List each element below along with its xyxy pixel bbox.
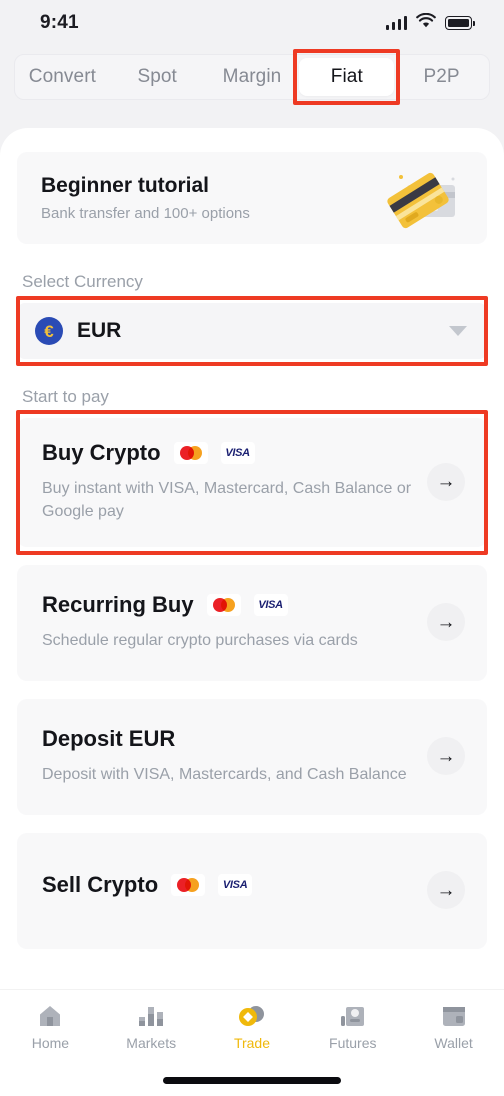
arrow-right-icon[interactable]: → <box>427 871 465 910</box>
mastercard-icon <box>206 594 241 617</box>
battery-icon <box>445 16 475 30</box>
tab-convert[interactable]: Convert <box>15 55 110 99</box>
home-indicator <box>163 1077 341 1084</box>
nav-item-trade[interactable]: Trade <box>202 1002 303 1051</box>
arrow-right-icon[interactable]: → <box>427 603 465 642</box>
tutorial-title: Beginner tutorial <box>41 174 210 197</box>
card-header: Recurring Buy VISA <box>42 592 415 618</box>
nav-item-futures[interactable]: Futures <box>302 1002 403 1051</box>
arrow-right-icon[interactable]: → <box>427 737 465 776</box>
visa-icon: VISA <box>218 873 253 896</box>
start-to-pay-label: Start to pay <box>22 387 109 406</box>
bottom-navigation: Home Markets Trade Futures Wallet <box>0 990 504 1096</box>
card-header: Deposit EUR <box>42 726 415 752</box>
nav-items: Home Markets Trade Futures Wallet <box>0 1002 504 1051</box>
signal-bars-icon <box>385 16 407 30</box>
recurring-buy-wrap: Recurring Buy VISA Schedule regular cryp… <box>17 565 487 682</box>
nav-label: Home <box>31 1035 70 1051</box>
beginner-tutorial-banner[interactable]: Beginner tutorial Bank transfer and 100+… <box>17 152 487 244</box>
card-description: Deposit with VISA, Mastercards, and Cash… <box>42 766 407 784</box>
card-header: Buy Crypto VISA <box>42 440 415 466</box>
arrow-right-icon[interactable]: → <box>427 462 465 501</box>
tab-p2p[interactable]: P2P <box>394 55 489 99</box>
card-header: Sell Crypto VISA <box>42 872 415 898</box>
credit-cards-illustration <box>377 163 465 233</box>
card-content: Recurring Buy VISA Schedule regular cryp… <box>42 592 415 652</box>
card-recurring-buy[interactable]: Recurring Buy VISA Schedule regular cryp… <box>17 565 487 682</box>
sell-crypto-wrap: Sell Crypto VISA → <box>17 833 487 950</box>
wallet-icon <box>440 1002 468 1028</box>
card-deposit-eur[interactable]: Deposit EUR Deposit with VISA, Mastercar… <box>17 699 487 816</box>
card-title: Deposit EUR <box>42 726 176 752</box>
card-title: Sell Crypto <box>42 871 159 897</box>
visa-icon: VISA <box>220 442 255 464</box>
mastercard-icon <box>173 442 208 464</box>
tab-bar-container: Convert Spot Margin Fiat P2P <box>0 46 504 116</box>
select-currency-label: Select Currency <box>22 272 143 291</box>
tutorial-subtitle: Bank transfer and 100+ options <box>41 205 250 222</box>
currency-select-highlight: € EUR <box>16 296 488 366</box>
fiat-panel: Beginner tutorial Bank transfer and 100+… <box>0 128 504 1096</box>
nav-label: Futures <box>329 1035 377 1051</box>
nav-item-wallet[interactable]: Wallet <box>403 1002 504 1051</box>
nav-item-markets[interactable]: Markets <box>101 1002 202 1051</box>
futures-icon <box>339 1002 367 1028</box>
card-description: Schedule regular crypto purchases via ca… <box>42 632 358 650</box>
payment-action-list: Buy Crypto VISA Buy instant with VISA, M… <box>16 409 488 950</box>
tab-margin[interactable]: Margin <box>205 55 300 99</box>
eur-flag-icon: € <box>35 317 63 345</box>
bar-chart-icon <box>137 1002 165 1028</box>
currency-select[interactable]: € EUR <box>17 303 487 359</box>
home-icon <box>37 1002 63 1028</box>
nav-label: Wallet <box>434 1035 473 1051</box>
card-title: Buy Crypto <box>42 440 161 465</box>
trade-type-tabs: Convert Spot Margin Fiat P2P <box>14 49 490 105</box>
deposit-eur-wrap: Deposit EUR Deposit with VISA, Mastercar… <box>17 699 487 816</box>
card-description: Buy instant with VISA, Mastercard, Cash … <box>42 480 412 521</box>
chevron-down-icon[interactable] <box>449 326 467 336</box>
status-indicators <box>385 12 475 33</box>
card-content: Buy Crypto VISA Buy instant with VISA, M… <box>42 440 415 523</box>
status-bar: 9:41 <box>0 0 504 46</box>
coins-icon <box>237 1002 267 1028</box>
nav-label: Trade <box>233 1035 271 1051</box>
buy-crypto-highlight: Buy Crypto VISA Buy instant with VISA, M… <box>16 409 488 556</box>
card-content: Sell Crypto VISA <box>42 872 415 909</box>
card-buy-crypto[interactable]: Buy Crypto VISA Buy instant with VISA, M… <box>17 418 487 548</box>
card-content: Deposit EUR Deposit with VISA, Mastercar… <box>42 726 415 786</box>
status-time: 9:41 <box>40 12 79 33</box>
visa-icon: VISA <box>253 594 288 617</box>
nav-item-home[interactable]: Home <box>0 1002 101 1051</box>
mastercard-icon <box>171 873 206 896</box>
tutorial-text: Beginner tutorial Bank transfer and 100+… <box>41 174 250 222</box>
card-title: Recurring Buy <box>42 592 194 618</box>
tab-fiat[interactable]: Fiat <box>293 49 400 105</box>
card-sell-crypto[interactable]: Sell Crypto VISA → <box>17 833 487 950</box>
wifi-icon <box>416 12 436 33</box>
tab-spot[interactable]: Spot <box>110 55 205 99</box>
nav-label: Markets <box>126 1035 177 1051</box>
currency-code: EUR <box>77 319 122 342</box>
